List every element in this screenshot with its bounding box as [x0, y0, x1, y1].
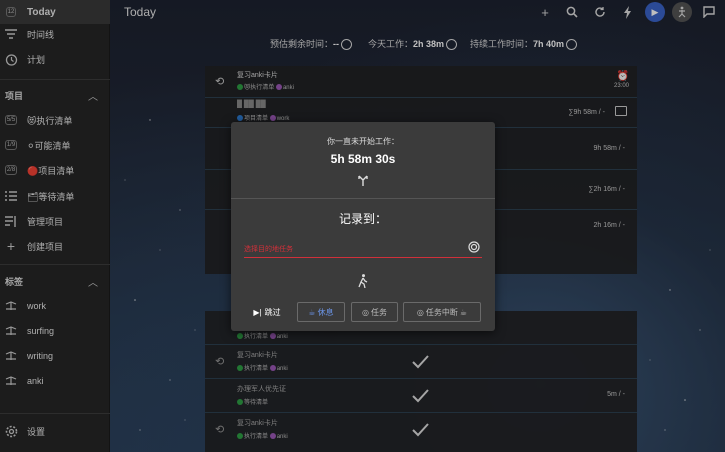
coffee-icon: ☕ — [308, 307, 316, 317]
destination-task-input[interactable]: 选择目的地任务 — [244, 240, 482, 258]
rest-label: 休息 — [317, 307, 334, 317]
coffee-icon: ☕ — [459, 307, 468, 317]
rest-button[interactable]: ☕ 休息 — [297, 302, 345, 322]
task-interrupt-button[interactable]: ◎ 任务中断 ☕ — [403, 302, 481, 322]
idle-prompt: 你一直未开始工作： — [327, 137, 399, 146]
skip-button[interactable]: ▶| 跳过 — [247, 302, 287, 322]
target-icon: ◎ — [416, 307, 424, 317]
target-icon: ◎ — [362, 307, 369, 317]
idle-duration: 5h 58m 30s — [330, 152, 396, 166]
target-icon[interactable] — [468, 241, 480, 253]
idle-record-dialog: 你一直未开始工作： 5h 58m 30s 记录到： 选择目的地任务 ▶| 跳过 ☕… — [231, 122, 495, 331]
walking-icon — [231, 274, 495, 291]
skip-icon: ▶| — [253, 307, 262, 317]
divider — [231, 198, 495, 199]
input-placeholder: 选择目的地任务 — [244, 246, 293, 253]
record-to-heading: 记录到： — [338, 212, 387, 226]
merge-icon[interactable] — [231, 175, 495, 190]
task-label: 任务 — [370, 307, 387, 317]
skip-label: 跳过 — [264, 307, 281, 317]
task-button[interactable]: ◎ 任务 — [351, 302, 398, 322]
interrupt-label: 任务中断 — [425, 307, 458, 317]
